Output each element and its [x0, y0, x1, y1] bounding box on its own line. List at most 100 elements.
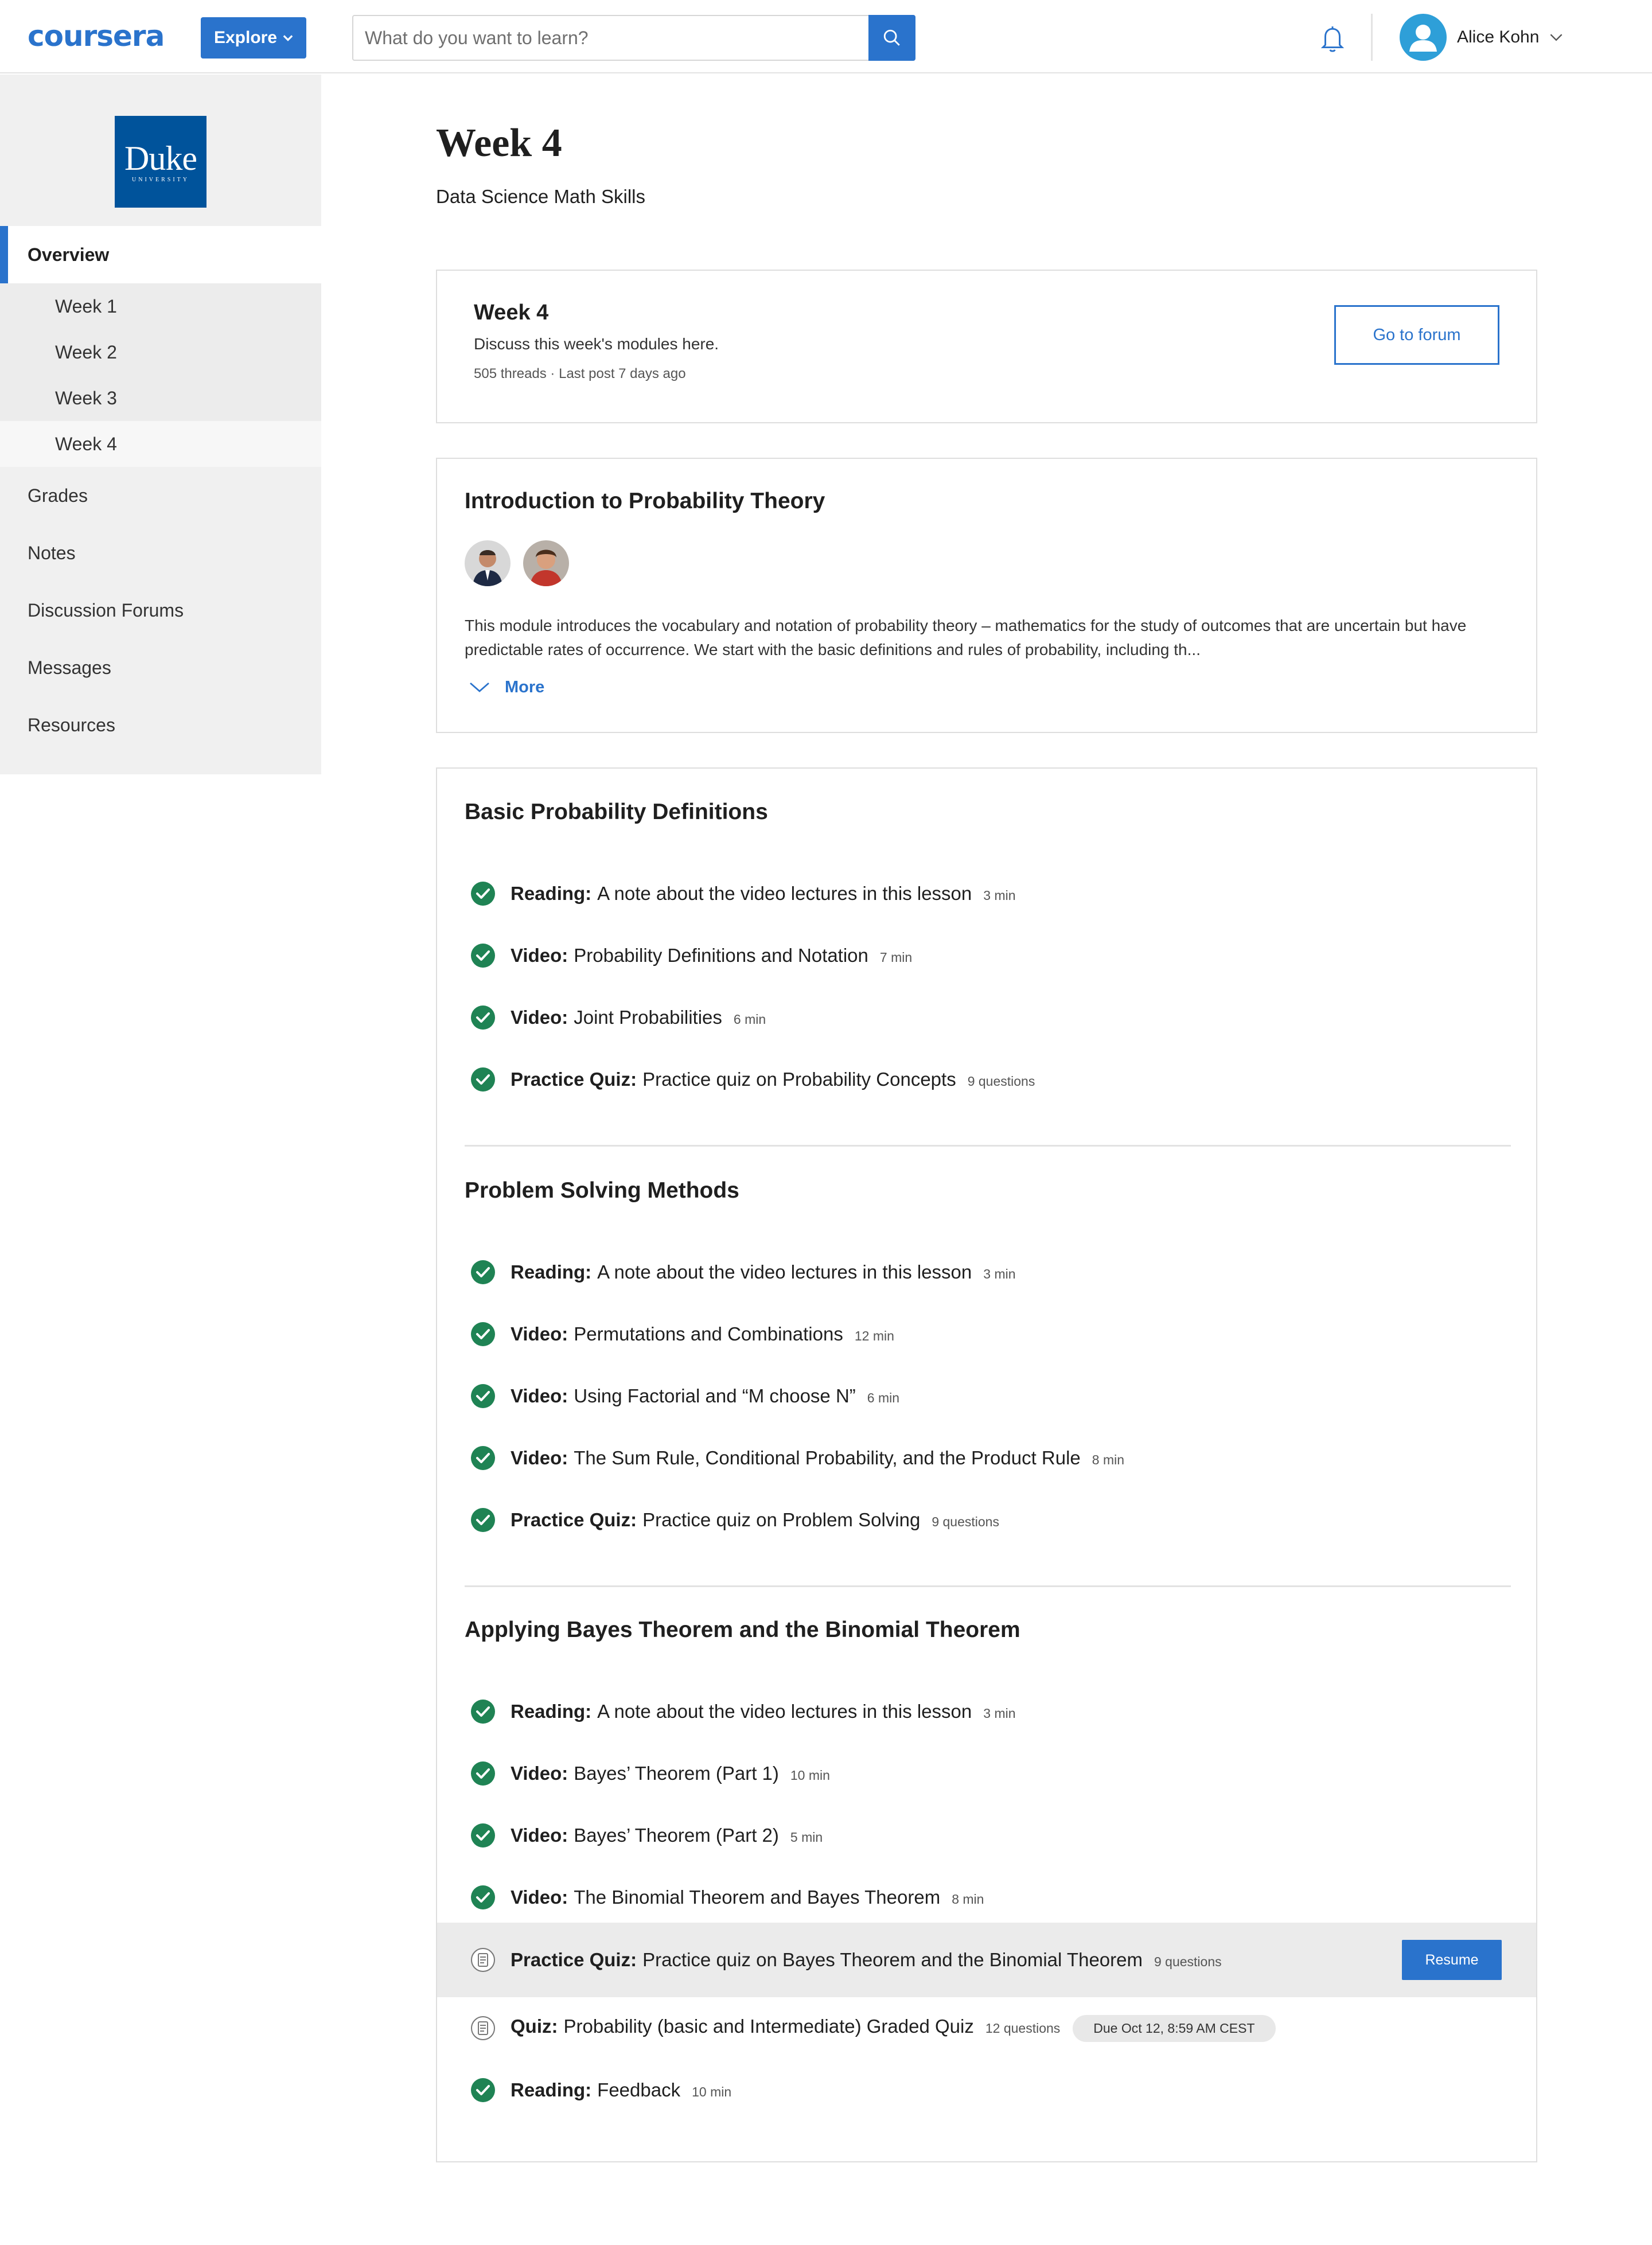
- sidebar-item-label: Week 1: [55, 295, 117, 317]
- avatar: [1400, 14, 1447, 61]
- lesson-item[interactable]: Reading: A note about the video lectures …: [437, 1681, 1536, 1743]
- lesson-item-text: Video: Bayes’ Theorem (Part 2) 5 min: [511, 1825, 823, 1846]
- sidebar-item-discussion-forums[interactable]: Discussion Forums: [0, 582, 321, 639]
- item-type: Video:: [511, 1007, 568, 1028]
- forum-card: Week 4 Discuss this week's modules here.…: [436, 270, 1537, 423]
- user-menu[interactable]: Alice Kohn: [1400, 14, 1563, 61]
- university-logo-text: Duke: [124, 139, 197, 177]
- coursera-logo[interactable]: coursera: [28, 20, 165, 53]
- sidebar-item-notes[interactable]: Notes: [0, 524, 321, 582]
- sidebar-item-resources[interactable]: Resources: [0, 696, 321, 754]
- lesson-item-text: Quiz: Probability (basic and Intermediate…: [511, 2014, 1276, 2042]
- item-meta: 9 questions: [1154, 1954, 1222, 1969]
- instructor-avatar[interactable]: [465, 540, 511, 586]
- top-header: coursera Explore Alice Kohn: [0, 0, 1652, 73]
- instructor-photo: [523, 540, 569, 586]
- item-name: A note about the video lectures in this …: [597, 1261, 972, 1283]
- lesson-item-text: Practice Quiz: Practice quiz on Probabili…: [511, 1069, 1035, 1090]
- sidebar-item-messages[interactable]: Messages: [0, 639, 321, 696]
- lesson-item[interactable]: Video: Joint Probabilities 6 min: [437, 987, 1536, 1049]
- item-name: Feedback: [597, 2079, 681, 2100]
- lesson-item[interactable]: Reading: A note about the video lectures …: [437, 863, 1536, 925]
- item-name: The Sum Rule, Conditional Probability, a…: [574, 1447, 1081, 1468]
- lesson-item[interactable]: Reading: A note about the video lectures …: [437, 1241, 1536, 1303]
- item-type: Reading:: [511, 883, 592, 904]
- item-name: Probability (basic and Intermediate) Gra…: [563, 2015, 974, 2037]
- university-logo[interactable]: Duke UNIVERSITY: [115, 116, 206, 208]
- completed-check-icon: [470, 1885, 496, 1910]
- sidebar-item-label: Week 4: [55, 433, 117, 454]
- item-type: Practice Quiz:: [511, 1949, 637, 1970]
- page-subtitle: Data Science Math Skills: [436, 186, 645, 207]
- module-intro-card: Introduction to Probability Theory This …: [436, 458, 1537, 733]
- lesson-item[interactable]: Video: Bayes’ Theorem (Part 2) 5 min: [437, 1804, 1536, 1866]
- lesson-item-text: Video: Bayes’ Theorem (Part 1) 10 min: [511, 1763, 830, 1784]
- forum-title: Week 4: [474, 301, 549, 325]
- lesson-item[interactable]: Reading: Feedback 10 min: [437, 2059, 1536, 2121]
- lesson-item-text: Video: Permutations and Combinations 12 mi…: [511, 1323, 894, 1345]
- lesson-title: Problem Solving Methods: [465, 1178, 739, 1203]
- item-name: Bayes’ Theorem (Part 1): [574, 1763, 779, 1784]
- sidebar-item-label: Week 2: [55, 341, 117, 363]
- sidebar-item-week-1[interactable]: Week 1: [0, 283, 321, 329]
- lesson-item[interactable]: Practice Quiz: Practice quiz on Bayes The…: [437, 1923, 1536, 1997]
- forum-meta: 505 threads · Last post 7 days ago: [474, 366, 686, 381]
- sidebar-item-week-4[interactable]: Week 4: [0, 421, 321, 467]
- lesson-item[interactable]: Video: Permutations and Combinations 12 mi…: [437, 1303, 1536, 1365]
- module-description: This module introduces the vocabulary an…: [465, 617, 1467, 658]
- sidebar-item-week-2[interactable]: Week 2: [0, 329, 321, 375]
- search-button[interactable]: [868, 15, 915, 61]
- item-name: A note about the video lectures in this …: [597, 1701, 972, 1722]
- instructor-avatar[interactable]: [523, 540, 569, 586]
- explore-label: Explore: [213, 28, 278, 47]
- page-title: Week 4: [436, 121, 562, 165]
- chevron-down-icon: [470, 682, 489, 692]
- lesson-item-text: Reading: A note about the video lectures …: [511, 1701, 1016, 1722]
- sidebar-item-week-3[interactable]: Week 3: [0, 375, 321, 421]
- chevron-down-icon: [283, 35, 293, 41]
- lesson-item[interactable]: Video: The Sum Rule, Conditional Probabil…: [437, 1427, 1536, 1489]
- lesson-item[interactable]: Video: Probability Definitions and Notati…: [437, 925, 1536, 987]
- sidebar-item-label: Messages: [28, 657, 111, 678]
- sidebar-item-label: Week 3: [55, 387, 117, 408]
- lesson-item[interactable]: Video: The Binomial Theorem and Bayes The…: [437, 1866, 1536, 1928]
- item-type: Practice Quiz:: [511, 1069, 637, 1090]
- completed-check-icon: [470, 1005, 496, 1030]
- lesson-item-text: Video: The Binomial Theorem and Bayes The…: [511, 1887, 984, 1908]
- lesson-item[interactable]: Video: Bayes’ Theorem (Part 1) 10 min: [437, 1743, 1536, 1804]
- lesson-item[interactable]: Video: Using Factorial and “M choose N” 6 …: [437, 1365, 1536, 1427]
- item-type: Video:: [511, 1323, 568, 1344]
- quiz-icon: [470, 2016, 496, 2041]
- lesson-item[interactable]: Practice Quiz: Practice quiz on Probabili…: [437, 1049, 1536, 1110]
- lesson-item[interactable]: Practice Quiz: Practice quiz on Problem S…: [437, 1489, 1536, 1551]
- item-meta: 6 min: [733, 1012, 766, 1027]
- user-icon: [1409, 25, 1437, 52]
- lesson-divider: [465, 1585, 1511, 1587]
- item-meta: 12 questions: [985, 2020, 1061, 2036]
- resume-button[interactable]: Resume: [1402, 1940, 1502, 1980]
- item-meta: 3 min: [983, 1706, 1016, 1721]
- sidebar-item-label: Resources: [28, 714, 115, 735]
- explore-button[interactable]: Explore: [201, 17, 306, 59]
- sidebar-item-overview[interactable]: Overview: [0, 226, 321, 283]
- item-name: Practice quiz on Bayes Theorem and the B…: [642, 1949, 1143, 1970]
- completed-check-icon: [470, 1260, 496, 1285]
- completed-check-icon: [470, 1823, 496, 1848]
- sidebar: Duke UNIVERSITY Overview Week 1 Week 2 W…: [0, 75, 321, 774]
- lesson-item[interactable]: Quiz: Probability (basic and Intermediate…: [437, 1997, 1536, 2059]
- sidebar-item-label: Notes: [28, 542, 76, 563]
- bell-icon[interactable]: [1318, 23, 1347, 55]
- completed-check-icon: [470, 1699, 496, 1724]
- search-input[interactable]: [365, 16, 858, 60]
- item-type: Practice Quiz:: [511, 1509, 637, 1530]
- more-link[interactable]: More: [469, 678, 544, 697]
- item-meta: 8 min: [1092, 1452, 1125, 1467]
- sidebar-item-grades[interactable]: Grades: [0, 467, 321, 524]
- item-name: Bayes’ Theorem (Part 2): [574, 1825, 779, 1846]
- completed-check-icon: [470, 1383, 496, 1409]
- item-name: A note about the video lectures in this …: [597, 883, 972, 904]
- lesson-item-text: Practice Quiz: Practice quiz on Problem S…: [511, 1509, 999, 1531]
- go-to-forum-button[interactable]: Go to forum: [1334, 305, 1499, 365]
- item-type: Quiz:: [511, 2015, 558, 2037]
- lesson-item-text: Reading: Feedback 10 min: [511, 2079, 731, 2101]
